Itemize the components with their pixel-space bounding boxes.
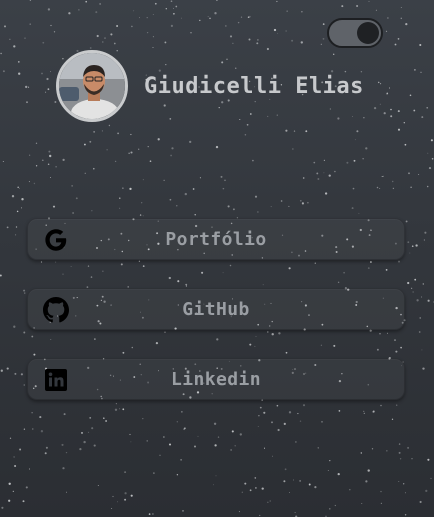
portfolio-link-label: Portfólio bbox=[165, 228, 267, 250]
github-icon bbox=[43, 297, 69, 323]
avatar bbox=[56, 50, 128, 122]
links-list: Portfólio GitHub Linkedin bbox=[27, 218, 405, 428]
github-link-label: GitHub bbox=[182, 298, 250, 320]
linkedin-link-button[interactable]: Linkedin bbox=[27, 358, 405, 400]
github-link-button[interactable]: GitHub bbox=[27, 288, 405, 330]
linkedin-icon bbox=[43, 367, 69, 393]
profile-header: Giudicelli Elias bbox=[56, 50, 386, 122]
toggle-knob bbox=[357, 22, 379, 44]
portfolio-link-button[interactable]: Portfólio bbox=[27, 218, 405, 260]
linkedin-link-label: Linkedin bbox=[171, 368, 261, 390]
page: { "theme_toggle": { "state": "on" }, "pr… bbox=[0, 0, 434, 517]
theme-toggle[interactable] bbox=[327, 18, 383, 48]
profile-name: Giudicelli Elias bbox=[144, 73, 364, 99]
google-icon bbox=[43, 227, 69, 253]
